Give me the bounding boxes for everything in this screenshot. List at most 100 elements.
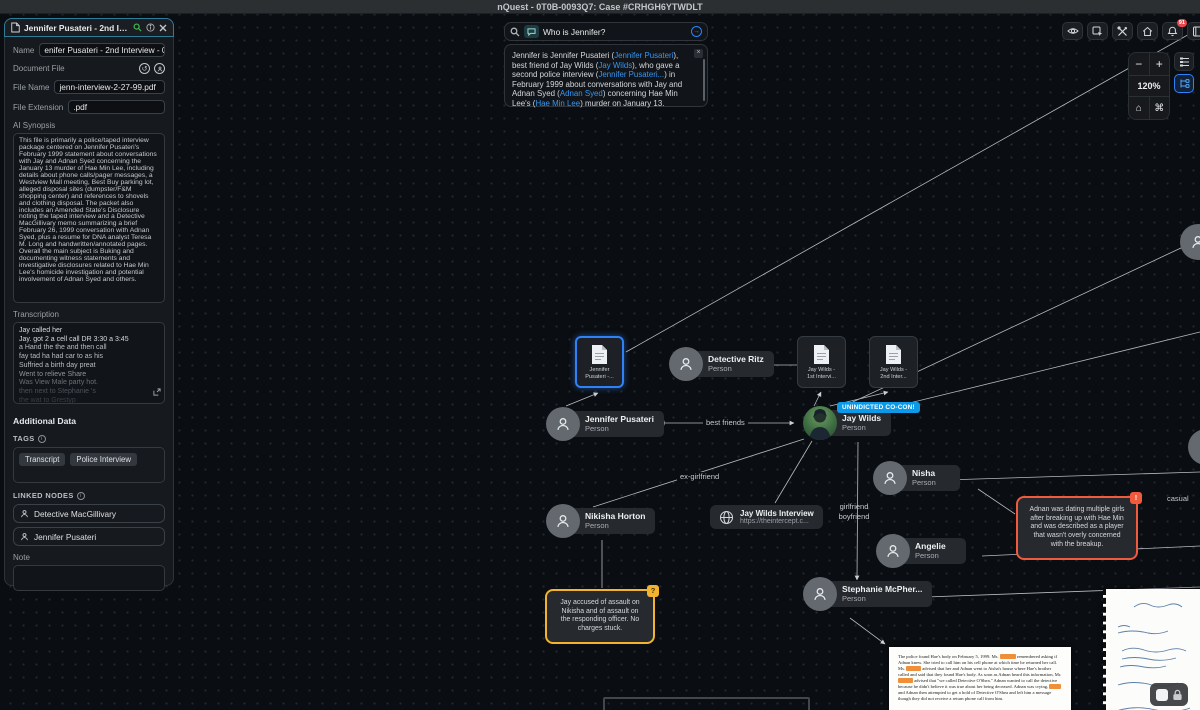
person-icon (20, 532, 29, 541)
zoom-level[interactable]: 120% (1129, 75, 1169, 97)
watch-button[interactable] (1062, 22, 1083, 40)
home-icon (1142, 26, 1153, 37)
hierarchy-icon (1179, 78, 1190, 89)
tools-icon (1117, 26, 1128, 37)
person-avatar-icon (876, 534, 910, 568)
ai-answer-panel: Jennifer is Jennifer Pusateri (Jennifer … (504, 44, 708, 107)
node-jay-wilds-person[interactable]: UNINDICTED CO-CON! Jay WildsPerson (803, 406, 891, 440)
document-file-label: Document File (13, 64, 65, 73)
node-partial-person-bottom[interactable] (1188, 429, 1200, 465)
tools-button[interactable] (1112, 22, 1133, 40)
transcription-text[interactable]: Jay called her Jay. got 2 a cell call DR… (13, 322, 165, 404)
close-icon[interactable] (159, 24, 167, 32)
select-area-icon (1092, 26, 1103, 37)
canvas-toolbar: 91 (1062, 22, 1200, 40)
edge-label-casual: casual (1164, 494, 1192, 504)
notebook-button[interactable] (1187, 22, 1200, 40)
person-avatar-icon (873, 461, 907, 495)
person-avatar-icon (1189, 233, 1200, 251)
person-icon (20, 509, 29, 518)
ai-synopsis-label: AI Synopsis (5, 114, 173, 130)
edge-label-girlfriend-boyfriend: girlfriend boyfriend (832, 502, 876, 521)
person-avatar-icon (669, 347, 703, 381)
replace-file-icon[interactable]: ↺ (139, 63, 150, 74)
select-area-button[interactable] (1087, 22, 1108, 40)
zoom-in-button[interactable]: + (1149, 53, 1170, 75)
offscreen-node-outline (603, 697, 810, 710)
stop-icon (1156, 689, 1168, 701)
tags-box[interactable]: Transcript Police Interview (13, 447, 165, 483)
home-view-button[interactable] (1137, 22, 1158, 40)
eye-icon (1067, 26, 1079, 36)
document-icon (591, 344, 608, 365)
question-badge: ? (647, 585, 659, 597)
additional-data-title: Additional Data (5, 404, 173, 426)
close-icon[interactable]: × (694, 49, 703, 58)
search-query[interactable]: Who is Jennifer? (543, 27, 687, 37)
node-nikisha-horton[interactable]: Nikisha HortonPerson (546, 504, 655, 538)
name-label: Name (13, 46, 34, 55)
linked-node-jennifer-pusateri[interactable]: Jennifer Pusateri (13, 527, 165, 546)
info-icon[interactable]: i (38, 435, 46, 443)
scanned-police-report-page[interactable]: The police found Hae's body on February … (889, 647, 1071, 710)
ai-synopsis-text[interactable]: This file is primarily a police/taped in… (13, 133, 165, 303)
node-jennifer-pusateri-person[interactable]: Jennifer PusateriPerson (546, 407, 664, 441)
lock-icon (1172, 689, 1183, 701)
notifications-button[interactable]: 91 (1162, 22, 1183, 40)
panel-header: Jennifer Pusateri - 2nd Intervie... (4, 18, 174, 37)
shortcuts-button[interactable]: ⌘ (1149, 97, 1170, 119)
hierarchy-layout-button[interactable] (1174, 74, 1194, 93)
document-detail-panel: Jennifer Pusateri - 2nd Intervie... Name… (4, 18, 174, 586)
search-node-icon[interactable] (133, 23, 142, 32)
node-detective-ritz[interactable]: Detective RitzPerson (669, 347, 774, 381)
node-jennifer-pusateri-document[interactable]: JenniferPusateri -... (575, 336, 624, 388)
fit-home-button[interactable]: ⌂ (1129, 97, 1149, 119)
edge-label-best-friends: best friends (703, 418, 748, 427)
person-avatar-icon (803, 577, 837, 611)
node-jay-wilds-2nd-interview-document[interactable]: Jay Wilds -2nd Inter... (869, 336, 918, 388)
note-adnan-dating[interactable]: ! Adnan was dating multiple girls after … (1016, 496, 1138, 560)
node-nisha[interactable]: NishaPerson (873, 461, 960, 495)
tags-label: TAGS (13, 434, 35, 443)
document-icon (885, 344, 902, 365)
tag-chip[interactable]: Transcript (19, 453, 65, 466)
node-jay-wilds-interview-link[interactable]: Jay Wilds Interview https://theintercept… (710, 505, 823, 529)
info-icon[interactable] (146, 23, 155, 32)
bell-icon (1167, 26, 1178, 37)
file-name-label: File Name (13, 83, 49, 92)
search-icon (510, 27, 520, 37)
note-input[interactable] (13, 565, 165, 591)
rows-layout-button[interactable] (1174, 52, 1194, 71)
zoom-panel: − + 120% ⌂ ⌘ (1128, 52, 1170, 120)
note-label: Note (5, 546, 173, 562)
window-title: nQuest - 0T0B-0093Q7: Case #CRHGH6YTWDLT (0, 0, 1200, 14)
notification-count-badge: 91 (1177, 19, 1187, 27)
chat-mode-icon[interactable] (524, 25, 539, 38)
person-avatar-icon (546, 407, 580, 441)
file-name-input[interactable]: jenn-interview-2-27-99.pdf (54, 80, 165, 94)
node-stephanie-mcpherson[interactable]: Stephanie McPher...Person (803, 577, 932, 611)
lock-overlay[interactable] (1150, 683, 1188, 706)
send-icon[interactable]: → (691, 26, 702, 37)
node-partial-person-top[interactable] (1180, 224, 1200, 260)
note-jay-assault[interactable]: ? Jay accused of assault on Nikisha and … (545, 589, 655, 644)
linked-node-detective-macgillivary[interactable]: Detective MacGillivary (13, 504, 165, 523)
zoom-out-button[interactable]: − (1129, 53, 1149, 75)
jay-wilds-photo-avatar (803, 406, 837, 440)
tag-chip[interactable]: Police Interview (70, 453, 137, 466)
info-icon[interactable]: i (77, 492, 85, 500)
answer-text: Jennifer is Jennifer Pusateri (Jennifer … (512, 51, 682, 108)
graph-canvas[interactable]: best friends ex-girlfriend girlfriend bo… (0, 14, 1200, 710)
document-icon (813, 344, 830, 365)
layout-mode-buttons (1174, 52, 1194, 93)
node-jay-wilds-1st-interview-document[interactable]: Jay Wilds -1st Intervi... (797, 336, 846, 388)
document-icon (11, 22, 20, 33)
ask-search-bar[interactable]: Who is Jennifer? → (504, 22, 708, 41)
node-angelie[interactable]: AngeliePerson (876, 534, 966, 568)
name-input[interactable]: enifer Pusateri - 2nd Interview - 022799 (39, 43, 165, 57)
user-file-icon[interactable] (154, 63, 165, 74)
scrollbar[interactable] (703, 59, 705, 101)
person-avatar-icon (546, 504, 580, 538)
expand-icon[interactable] (153, 388, 161, 400)
file-extension-input[interactable]: .pdf (68, 100, 165, 114)
